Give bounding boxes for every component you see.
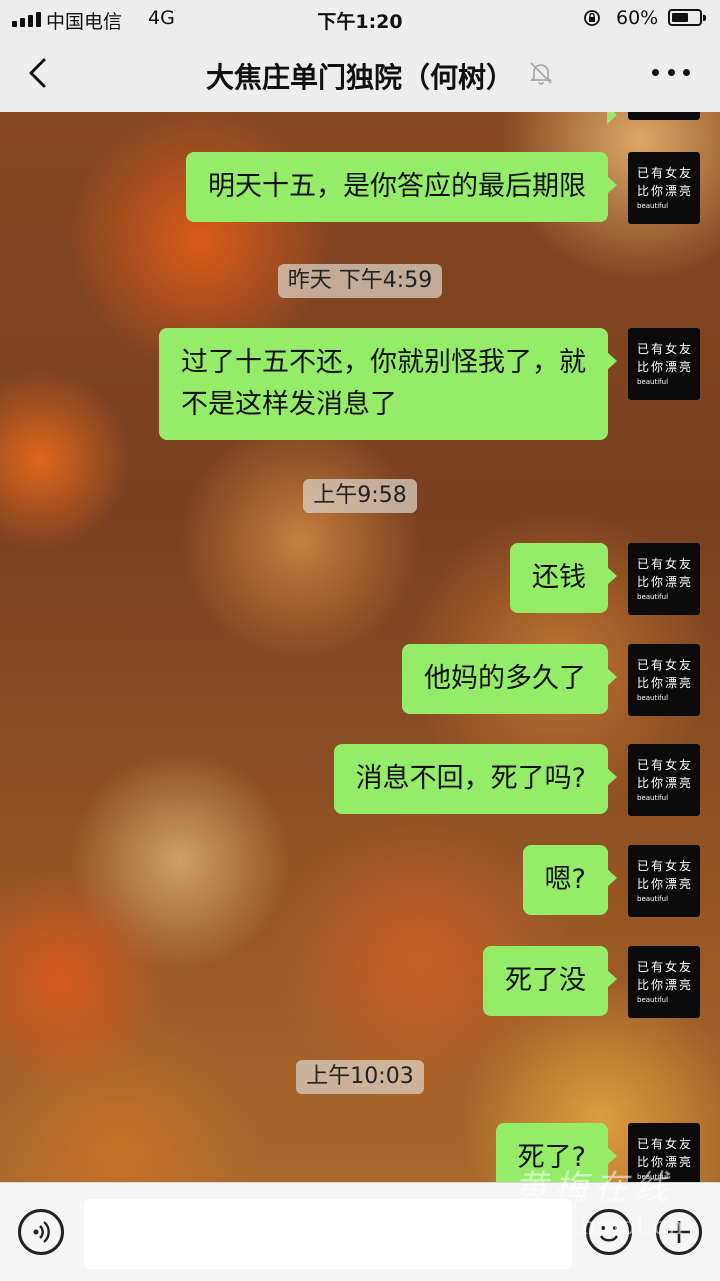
avatar-text: beautiful xyxy=(637,202,669,210)
avatar-text: beautiful xyxy=(637,996,669,1004)
message-bubble[interactable]: 死了? xyxy=(495,1123,618,1182)
timestamp-label: 上午10:03 xyxy=(296,1060,424,1094)
message-row xyxy=(510,112,700,124)
avatar[interactable]: 已有女友 比你漂亮 beautiful xyxy=(628,744,700,816)
avatar-text: 比你漂亮 xyxy=(637,360,694,374)
avatar[interactable]: 已有女友 比你漂亮 beautiful xyxy=(628,946,700,1018)
message-row: 明天十五，是你答应的最后期限 已有女友 比你漂亮 beautiful xyxy=(186,152,700,224)
message-bubble[interactable]: 明天十五，是你答应的最后期限 xyxy=(186,152,617,222)
avatar-text: 已有女友 xyxy=(637,658,694,672)
message-bubble[interactable]: 死了没 xyxy=(483,946,617,1016)
top-bar: 中国电信 4G 下午1:20 60% 大焦庄单门独院（何树） xyxy=(0,0,720,112)
voice-icon[interactable] xyxy=(18,1209,64,1255)
avatar[interactable]: 已有女友 比你漂亮 beautiful xyxy=(628,328,700,400)
avatar[interactable]: 已有女友 比你漂亮 beautiful xyxy=(628,1123,700,1182)
avatar-text: beautiful xyxy=(637,593,669,601)
message-bubble[interactable]: 还钱 xyxy=(510,543,617,613)
avatar-text: beautiful xyxy=(637,794,669,802)
message-line: 不是这样发消息了 xyxy=(181,389,397,420)
input-bar xyxy=(0,1182,720,1281)
message-bubble[interactable]: 消息不回，死了吗? xyxy=(333,744,618,814)
message-row: 他妈的多久了 已有女友 比你漂亮 beautiful xyxy=(402,644,700,716)
more-icon[interactable] xyxy=(652,64,690,80)
emoji-icon[interactable] xyxy=(586,1209,632,1255)
battery-percent: 60% xyxy=(616,7,659,29)
avatar-text: 已有女友 xyxy=(637,758,694,772)
message-row: 还钱 已有女友 比你漂亮 beautiful xyxy=(510,543,700,615)
message-row: 消息不回，死了吗? 已有女友 比你漂亮 beautiful xyxy=(333,744,700,816)
avatar[interactable]: 已有女友 比你漂亮 beautiful xyxy=(628,152,700,224)
avatar-text: 已有女友 xyxy=(637,960,694,974)
avatar[interactable]: 已有女友 比你漂亮 beautiful xyxy=(628,543,700,615)
avatar-text: 已有女友 xyxy=(637,859,694,873)
timestamp-label: 昨天 下午4:59 xyxy=(277,264,443,298)
message-bubble[interactable]: 他妈的多久了 xyxy=(402,644,617,714)
avatar[interactable] xyxy=(628,112,700,120)
avatar-text: beautiful xyxy=(637,378,669,386)
timestamp: 昨天 下午4:59 xyxy=(0,264,720,298)
rotation-lock-icon xyxy=(584,10,600,26)
avatar-text: 比你漂亮 xyxy=(637,978,694,992)
status-time: 下午1:20 xyxy=(317,11,403,33)
mute-bell-icon xyxy=(529,62,553,85)
avatar-text: 已有女友 xyxy=(637,557,694,571)
message-row: 死了没 已有女友 比你漂亮 beautiful xyxy=(483,946,700,1018)
avatar-text: beautiful xyxy=(637,694,669,702)
timestamp: 上午10:03 xyxy=(0,1060,720,1094)
avatar-text: 已有女友 xyxy=(637,342,694,356)
avatar-text: 比你漂亮 xyxy=(637,776,694,790)
status-bar: 中国电信 4G 下午1:20 60% xyxy=(0,0,720,38)
message-row: 嗯? 已有女友 比你漂亮 beautiful xyxy=(522,845,700,917)
message-bubble[interactable]: 过了十五不还，你就别怪我了，就 不是这样发消息了 xyxy=(159,328,617,440)
avatar-text: 已有女友 xyxy=(637,166,694,180)
timestamp-label: 上午9:58 xyxy=(303,479,417,513)
message-input[interactable] xyxy=(84,1199,572,1269)
avatar-text: 比你漂亮 xyxy=(637,1155,694,1169)
avatar[interactable]: 已有女友 比你漂亮 beautiful xyxy=(628,845,700,917)
message-row: 过了十五不还，你就别怪我了，就 不是这样发消息了 已有女友 比你漂亮 beaut… xyxy=(159,328,700,440)
message-list[interactable]: 明天十五，是你答应的最后期限 已有女友 比你漂亮 beautiful 昨天 下午… xyxy=(0,112,720,1182)
message-row: 死了? 已有女友 比你漂亮 beautiful xyxy=(495,1123,700,1182)
avatar[interactable]: 已有女友 比你漂亮 beautiful xyxy=(628,644,700,716)
avatar-text: 比你漂亮 xyxy=(637,877,694,891)
message-line: 过了十五不还，你就别怪我了，就 xyxy=(181,347,586,378)
message-bubble[interactable]: 嗯? xyxy=(522,845,618,915)
avatar-text: 比你漂亮 xyxy=(637,184,694,198)
avatar-text: 比你漂亮 xyxy=(637,575,694,589)
avatar-text: beautiful xyxy=(637,895,669,903)
avatar-text: 已有女友 xyxy=(637,1137,694,1151)
plus-icon[interactable] xyxy=(656,1209,702,1255)
timestamp: 上午9:58 xyxy=(0,479,720,513)
avatar-text: 比你漂亮 xyxy=(637,676,694,690)
avatar-text: beautiful xyxy=(637,1173,669,1181)
battery-icon xyxy=(668,9,706,26)
chat-title: 大焦庄单门独院（何树） xyxy=(205,61,514,94)
